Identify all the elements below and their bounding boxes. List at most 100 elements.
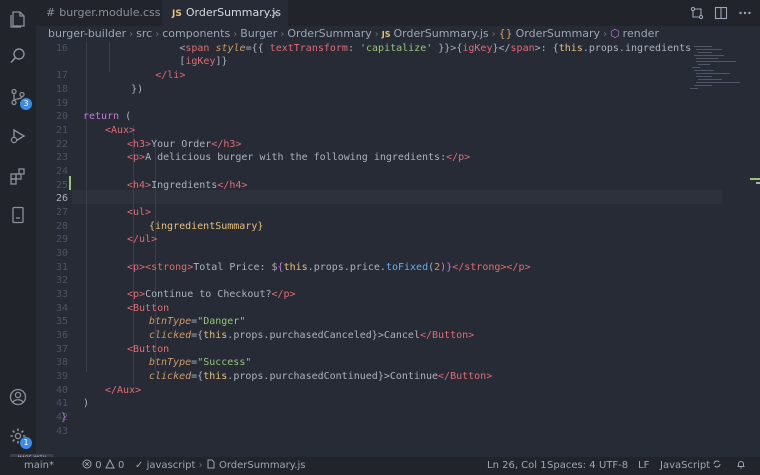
problems-indicator[interactable]: 0 0 (82, 457, 124, 475)
chevron-right-icon: › (129, 29, 134, 40)
code-line-16-wrap: [igKey]} (83, 56, 228, 67)
extensions-icon[interactable] (9, 167, 27, 185)
line-number: 22 (55, 139, 68, 150)
line-number: 32 (55, 275, 68, 286)
breadcrumb-item[interactable]: components (162, 27, 230, 40)
account-icon[interactable] (9, 388, 27, 406)
encoding[interactable]: UTF-8 (599, 457, 628, 475)
line-number: 23 (55, 152, 68, 163)
line-number: 41 (55, 398, 68, 409)
notifications-bell-icon[interactable] (736, 457, 746, 475)
indentation[interactable]: Spaces: 4 (547, 457, 596, 475)
line-number: 24 (55, 166, 68, 177)
settings-gear-icon[interactable]: 1 (9, 427, 32, 449)
code-line-41: ) (83, 398, 90, 409)
git-modified-marker (69, 176, 71, 190)
code-line-18: }) (83, 84, 144, 95)
line-number: 30 (55, 248, 68, 259)
settings-badge: 1 (20, 437, 32, 449)
line-number-current: 26 (55, 193, 68, 204)
run-debug-icon[interactable] (9, 127, 27, 145)
breadcrumb-symbol[interactable]: OrderSummary (516, 27, 600, 40)
tab-label: OrderSummary.js (185, 6, 281, 19)
cursor-position[interactable]: Ln 26, Col 1 (487, 457, 547, 475)
line-number: 33 (55, 289, 68, 300)
warning-icon (104, 458, 115, 469)
line-number: 17 (55, 70, 68, 81)
chevron-right-icon: › (155, 29, 160, 40)
chevron-right-icon: › (603, 29, 608, 40)
sync-icon[interactable] (712, 457, 722, 475)
branch-indicator[interactable]: main* (24, 457, 54, 475)
js-file-icon: JS (172, 9, 182, 19)
open-changes-icon[interactable] (690, 5, 706, 21)
line-number: 31 (55, 262, 68, 273)
code-line-33: <p>Continue to Checkout?</p> (127, 289, 296, 300)
code-line-38: btnType="Success" (149, 357, 252, 368)
code-line-17: </li> (83, 70, 186, 81)
line-number: 28 (55, 221, 68, 232)
close-icon[interactable]: × (270, 0, 280, 26)
breadcrumb-file[interactable]: OrderSummary.js (394, 27, 489, 40)
breadcrumb-method[interactable]: render (623, 27, 659, 40)
code-line-20: return ( (83, 111, 132, 122)
breadcrumb-item[interactable]: src (136, 27, 152, 40)
css-file-icon: # (46, 6, 56, 19)
code-line-23: <p>A delicious burger with the following… (127, 152, 471, 163)
code-line-40: </Aux> (105, 385, 142, 396)
breadcrumb-item[interactable]: OrderSummary (287, 27, 371, 40)
code-line-21: <Aux> (105, 125, 136, 136)
code-line-37: <Button (127, 344, 170, 355)
tab-label: burger.module.css (59, 6, 161, 19)
code-line-31: <p><strong>Total Price: ${this.props.pri… (127, 262, 531, 273)
line-number: 43 (55, 426, 68, 437)
file-icon (207, 459, 215, 469)
chevron-right-icon: › (374, 29, 379, 40)
language-mode[interactable]: JavaScript (660, 457, 710, 475)
editor-tab-bar: # burger.module.css JS OrderSummary.js × (36, 0, 760, 26)
explorer-files-icon[interactable] (9, 10, 27, 28)
line-number: 16 (55, 43, 68, 54)
js-file-icon: JS (381, 30, 391, 39)
line-number: 39 (55, 371, 68, 382)
line-number: 34 (55, 303, 68, 314)
split-editor-icon[interactable] (714, 5, 730, 21)
code-line-39: clicked={this.props.purchasedContinued}>… (149, 371, 493, 382)
code-line-22: <h3>Your Order</h3> (127, 139, 242, 150)
code-line-29: </ul> (127, 234, 158, 245)
line-number: 35 (55, 316, 68, 327)
line-number: 37 (55, 344, 68, 355)
code-line-42: } (61, 412, 68, 423)
line-number: 25 (55, 180, 68, 191)
more-actions-icon[interactable] (738, 5, 754, 21)
code-line-36: clicked={this.props.purchasedCanceled}>C… (149, 330, 475, 341)
chevron-right-icon: › (491, 29, 496, 40)
chevron-right-icon: › (233, 29, 238, 40)
line-number: 38 (55, 357, 68, 368)
overview-ruler-cursor (756, 182, 760, 184)
activity-bar: 3 1 (0, 0, 36, 457)
status-bar: main* 0 0 ✓ javascript › OrderSummary.js… (0, 457, 760, 475)
device-panel-icon[interactable] (9, 206, 27, 224)
end-of-line[interactable]: LF (638, 457, 649, 475)
line-number: 21 (55, 125, 68, 136)
language-crumb[interactable]: ✓ javascript › OrderSummary.js (135, 457, 305, 475)
overview-ruler-change (750, 178, 760, 180)
error-icon (82, 459, 92, 469)
symbol-class-icon: {} (498, 27, 513, 40)
source-control-badge: 3 (20, 98, 32, 110)
breadcrumb-item[interactable]: burger-builder (48, 27, 126, 40)
line-number: 40 (55, 385, 68, 396)
code-editor[interactable]: 16 17 18 19 20 21 22 23 24 25 26 27 28 2… (36, 42, 760, 457)
tab-burger-module-css[interactable]: # burger.module.css (36, 0, 162, 26)
source-control-icon[interactable]: 3 (9, 88, 32, 110)
code-line-35: btnType="Danger" (149, 316, 246, 327)
search-icon[interactable] (9, 47, 27, 65)
line-number: 20 (55, 111, 68, 122)
code-lines: <span style={{ textTransform: 'capitaliz… (61, 42, 691, 457)
line-number-gutter: 16 17 18 19 20 21 22 23 24 25 26 27 28 2… (36, 42, 68, 457)
breadcrumb-item[interactable]: Burger (240, 27, 277, 40)
minimap[interactable] (684, 42, 746, 102)
line-number: 19 (55, 98, 68, 109)
tab-ordersummary-js[interactable]: JS OrderSummary.js × (162, 0, 288, 26)
